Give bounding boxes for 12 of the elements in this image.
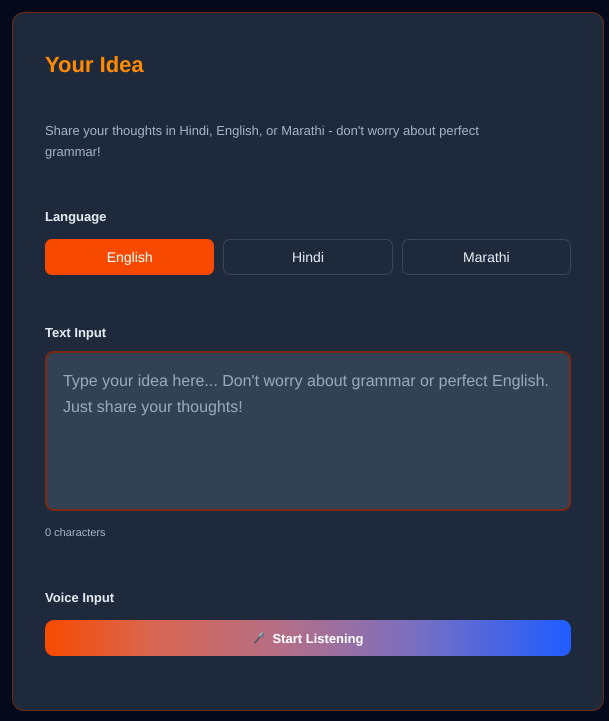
card-title: Your Idea (45, 51, 144, 79)
language-option-button[interactable]: Marathi (402, 239, 571, 275)
character-count: 0 characters (45, 526, 106, 541)
language-option-button[interactable]: Hindi (223, 239, 393, 275)
microphone-icon (252, 631, 266, 645)
language-option-button[interactable]: English (45, 239, 214, 275)
idea-text-field[interactable]: Type your idea here... Don't worry about grammar or perfect English. Just share your thoughts! (45, 351, 571, 511)
start-listening-button[interactable]: Start Listening (45, 620, 571, 656)
card-description: Share your thoughts in Hindi, English, or Marathi - don't worry about perfect grammar! (45, 122, 480, 161)
voice-input-label: Voice Input (45, 589, 114, 607)
text-input-label: Text Input (45, 324, 106, 342)
language-label: Language (45, 208, 106, 226)
